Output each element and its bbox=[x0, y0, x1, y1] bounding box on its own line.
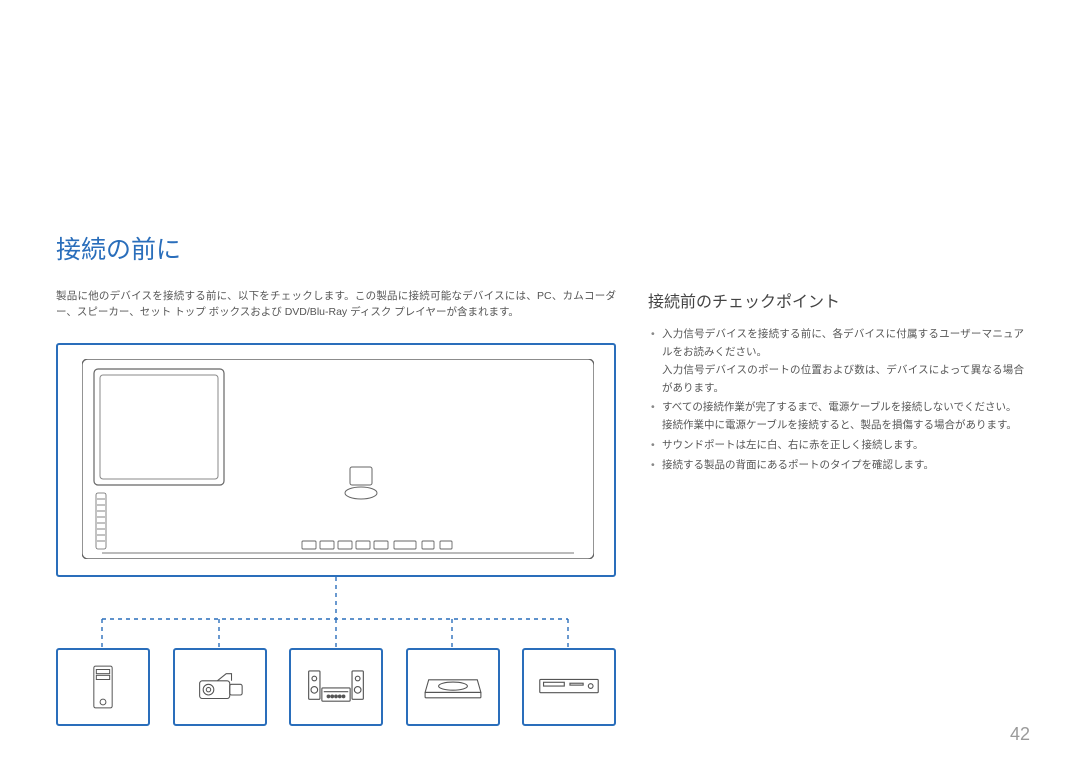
subheading: 接続前のチェックポイント bbox=[648, 288, 1024, 312]
list-item-text: 接続する製品の背面にあるポートのタイプを確認します。 bbox=[662, 459, 934, 471]
intro-text: 製品に他のデバイスを接続する前に、以下をチェックします。この製品に接続可能なデバ… bbox=[56, 288, 616, 321]
monitor-back-illustration bbox=[56, 343, 616, 577]
list-item-text: すべての接続作業が完了するまで、電源ケーブルを接続しないでください。 bbox=[662, 401, 1016, 413]
connection-diagram bbox=[56, 343, 616, 703]
checkpoints-list: 入力信号デバイスを接続する前に、各デバイスに付属するユーザーマニュアルをお読みく… bbox=[648, 326, 1024, 475]
list-item: サウンドポートは左に白、右に赤を正しく接続します。 bbox=[648, 437, 1024, 455]
list-item: すべての接続作業が完了するまで、電源ケーブルを接続しないでください。 接続作業中… bbox=[648, 399, 1024, 435]
page-number: 42 bbox=[1010, 724, 1030, 745]
device-pc-tower bbox=[56, 648, 150, 726]
list-item: 入力信号デバイスを接続する前に、各デバイスに付属するユーザーマニュアルをお読みく… bbox=[648, 326, 1024, 397]
device-camcorder bbox=[173, 648, 267, 726]
list-item: 接続する製品の背面にあるポートのタイプを確認します。 bbox=[648, 457, 1024, 475]
list-item-sub: 接続作業中に電源ケーブルを接続すると、製品を損傷する場合があります。 bbox=[662, 417, 1024, 435]
device-disc-player bbox=[522, 648, 616, 726]
device-speaker-system bbox=[289, 648, 383, 726]
device-settop-box bbox=[406, 648, 500, 726]
list-item-sub: 入力信号デバイスのポートの位置および数は、デバイスによって異なる場合があります。 bbox=[662, 362, 1024, 398]
page-title: 接続の前に bbox=[56, 230, 1024, 266]
list-item-text: サウンドポートは左に白、右に赤を正しく接続します。 bbox=[662, 439, 923, 451]
list-item-text: 入力信号デバイスを接続する前に、各デバイスに付属するユーザーマニュアルをお読みく… bbox=[662, 328, 1024, 358]
